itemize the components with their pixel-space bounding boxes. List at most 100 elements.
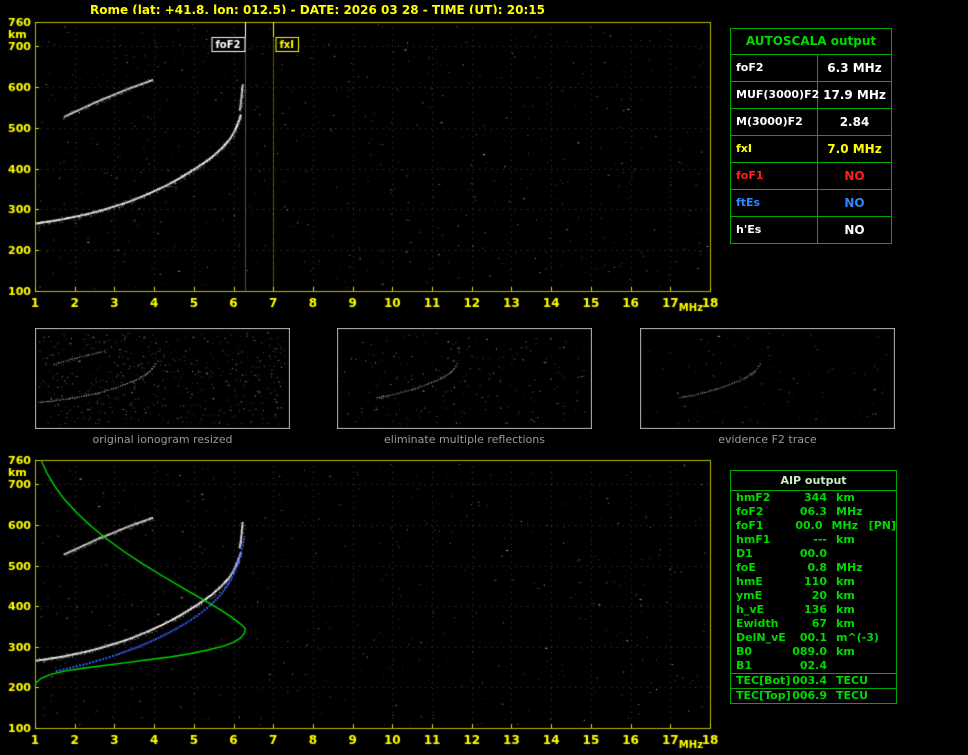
aip-row-value: 06.3 — [799, 505, 827, 518]
aip-row-value: 003.4 — [792, 674, 827, 687]
aip-row-unit: MHz — [831, 519, 859, 532]
aip-row-note — [872, 491, 896, 505]
aip-row-unit: km — [836, 589, 855, 602]
aip-row-value: 136 — [804, 603, 827, 616]
aip-table-row: D1 00.0 — [731, 547, 896, 561]
aip-row-unit: MHz — [836, 505, 863, 518]
aip-row-note — [872, 561, 896, 575]
autoscala-row-value: NO — [844, 223, 865, 237]
aip-row-value: 00.0 — [795, 519, 823, 532]
aip-row-label: foF2 — [736, 505, 764, 518]
aip-row-value: 089.0 — [792, 645, 827, 658]
autoscala-table-row: foF2 6.3 MHz — [731, 54, 891, 81]
autoscala-row-label: foF2 — [731, 55, 818, 81]
aip-row-unit: MHz — [836, 561, 863, 574]
autoscala-row-label: foF1 — [731, 163, 818, 189]
aip-row-value: 0.8 — [807, 561, 828, 574]
aip-row-label: hmF1 — [736, 533, 771, 546]
aip-row-note — [872, 575, 896, 589]
aip-table-row: Ewidth 67 km — [731, 617, 896, 631]
aip-row-note — [872, 659, 896, 673]
aip-table-row: DelN_vE 00.1 m^(-3) — [731, 631, 896, 645]
thumb-caption-evidence: evidence F2 trace — [718, 433, 817, 446]
aip-row-note — [872, 589, 896, 603]
autoscala-row-value: 7.0 MHz — [827, 142, 882, 156]
autoscala-table-row: fxI 7.0 MHz — [731, 135, 891, 162]
aip-row-label: D1 — [736, 547, 753, 560]
aip-row-label: foE — [736, 561, 756, 574]
aip-table-row: TEC[Top] 006.9 TECU — [731, 688, 896, 703]
aip-row-value: 02.4 — [799, 659, 827, 672]
autoscala-row-label: fxI — [731, 136, 818, 162]
autoscala-row-label: M(3000)F2 — [731, 109, 818, 135]
aip-table-row: foF1 00.0 MHz [PN] — [731, 519, 896, 533]
aip-table-row: hmF1 --- km — [731, 533, 896, 547]
autoscala-row-value: 6.3 MHz — [827, 61, 882, 75]
aip-row-note — [872, 505, 896, 519]
aip-row-note — [872, 645, 896, 659]
thumb-multiple-canvas — [337, 328, 592, 429]
aip-row-label: DelN_vE — [736, 631, 786, 644]
autoscala-rows: foF2 6.3 MHz MUF(3000)F2 17.9 MHz M(3000)F2 2… — [731, 54, 891, 243]
ionogram-top-canvas — [0, 14, 726, 314]
thumb-evidence-canvas — [640, 328, 895, 429]
aip-row-label: hmF2 — [736, 491, 771, 504]
ionogram-bottom-canvas — [0, 452, 726, 755]
aip-row-note — [872, 674, 896, 688]
aip-row-value: --- — [813, 533, 827, 546]
autoscala-row-value: 2.84 — [839, 115, 870, 129]
aip-row-note — [872, 547, 896, 561]
autoscala-table-row: MUF(3000)F2 17.9 MHz — [731, 81, 891, 108]
autoscala-row-label: h'Es — [731, 217, 818, 243]
aip-table-row: foE 0.8 MHz — [731, 561, 896, 575]
aip-row-note — [872, 631, 896, 645]
autoscala-table-row: M(3000)F2 2.84 — [731, 108, 891, 135]
aip-row-value: 110 — [804, 575, 827, 588]
aip-row-unit: km — [836, 645, 855, 658]
aip-row-value: 00.1 — [799, 631, 827, 644]
aip-row-unit: km — [836, 603, 855, 616]
aip-row-value: 67 — [811, 617, 827, 630]
aip-row-value: 344 — [804, 491, 827, 504]
aip-table-row: TEC[Bot] 003.4 TECU — [731, 673, 896, 688]
aip-output-table: AIP output hmF2 344 km foF2 06.3 MHz foF1 00.0 M… — [730, 470, 897, 704]
aip-table-row: hmF2 344 km — [731, 491, 896, 505]
aip-table-title: AIP output — [731, 471, 896, 491]
thumb-caption-multiple: eliminate multiple reflections — [384, 433, 545, 446]
aip-row-label: TEC[Bot] — [736, 674, 791, 687]
aip-row-unit: km — [836, 533, 855, 546]
aip-row-unit: km — [836, 617, 855, 630]
aip-row-label: TEC[Top] — [736, 689, 791, 702]
aip-table-row: hmE 110 km — [731, 575, 896, 589]
aip-row-unit: km — [836, 575, 855, 588]
aip-row-unit: TECU — [836, 674, 869, 687]
aip-row-unit: km — [836, 491, 855, 504]
autoscala-table-row: h'Es NO — [731, 216, 891, 243]
autoscala-table-title: AUTOSCALA output — [745, 34, 877, 48]
aip-row-unit: m^(-3) — [836, 631, 879, 644]
aip-row-value: 20 — [811, 589, 827, 602]
thumb-caption-original: original ionogram resized — [92, 433, 233, 446]
thumb-original-canvas — [35, 328, 290, 429]
aip-row-note — [872, 617, 896, 631]
aip-row-unit: TECU — [836, 689, 869, 702]
autoscala-row-value: NO — [844, 169, 865, 183]
aip-row-value: 00.0 — [799, 547, 827, 560]
aip-table-row: B0 089.0 km — [731, 645, 896, 659]
aip-row-note — [872, 533, 896, 547]
autoscala-app-window: Rome (lat: +41.8, lon: 012.5) - DATE: 20… — [0, 0, 968, 755]
autoscala-row-value: 17.9 MHz — [823, 88, 886, 102]
autoscala-table-row: foF1 NO — [731, 162, 891, 189]
aip-table-row: B1 02.4 — [731, 659, 896, 673]
aip-table-row: foF2 06.3 MHz — [731, 505, 896, 519]
aip-row-unit — [827, 659, 872, 673]
aip-row-label: B0 — [736, 645, 753, 658]
aip-table-row: ymE 20 km — [731, 589, 896, 603]
aip-row-label: Ewidth — [736, 617, 779, 630]
aip-row-label: hmE — [736, 575, 763, 588]
autoscala-table-row: ftEs NO — [731, 189, 891, 216]
aip-row-note — [872, 603, 896, 617]
aip-row-label: foF1 — [736, 519, 764, 532]
aip-row-label: h_vE — [736, 603, 765, 616]
autoscala-row-label: ftEs — [731, 190, 818, 216]
